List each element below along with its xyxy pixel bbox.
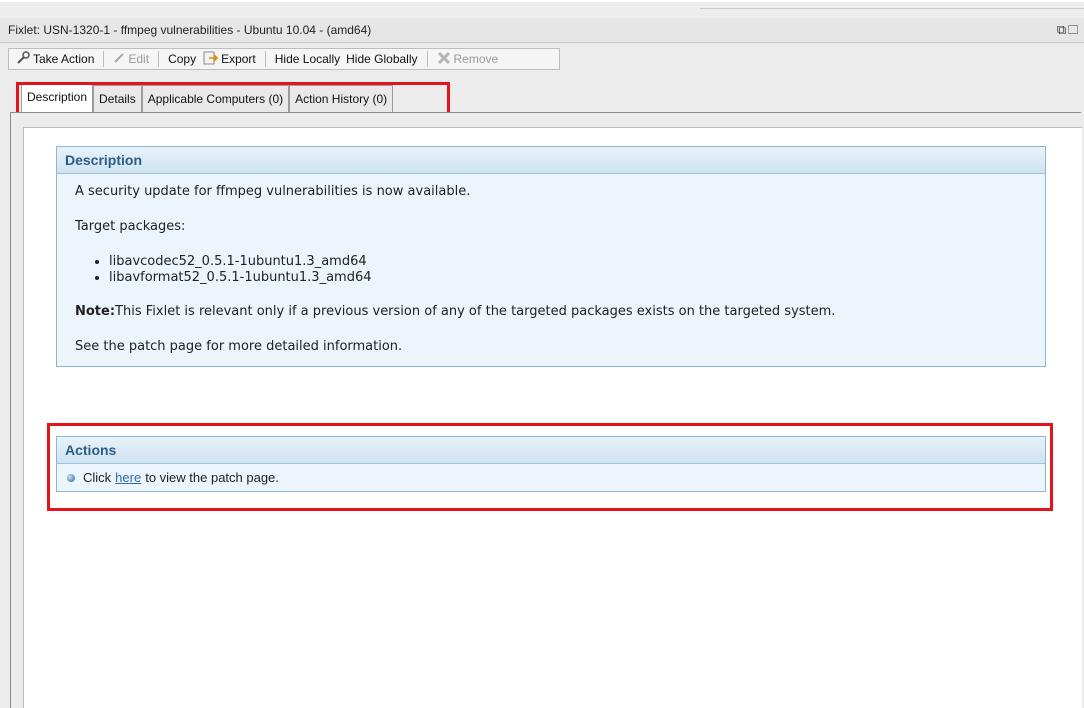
window-title: Fixlet: USN-1320-1 - ffmpeg vulnerabilit…	[8, 23, 372, 37]
toolbar-group: Take Action Edit Copy Export Hide Locall…	[8, 48, 560, 70]
tab-details[interactable]: Details	[93, 85, 142, 112]
note-text: This Fixlet is relevant only if a previo…	[115, 304, 836, 319]
window-controls-icon[interactable]: ⧉☐	[1057, 18, 1080, 42]
note-label: Note:	[75, 304, 116, 319]
description-panel: Description A security update for ffmpeg…	[56, 146, 1046, 367]
actions-header: Actions	[57, 437, 1045, 464]
pencil-icon	[113, 52, 125, 67]
list-item: libavformat52_0.5.1-1ubuntu1.3_amd64	[109, 270, 1027, 286]
remove-x-icon	[437, 51, 451, 68]
toolbar: Take Action Edit Copy Export Hide Locall…	[8, 46, 1078, 72]
actions-body: Click here to view the patch page.	[57, 464, 1045, 491]
tab-action-history[interactable]: Action History (0)	[289, 85, 394, 112]
toolbar-separator	[426, 51, 428, 67]
see-more-text: See the patch page for more detailed inf…	[75, 339, 403, 354]
window-top-edge	[0, 0, 1084, 9]
click-prefix: Click	[83, 470, 112, 485]
content-frame: Description A security update for ffmpeg…	[10, 112, 1082, 708]
export-label: Export	[221, 52, 256, 66]
tab-applicable-computers[interactable]: Applicable Computers (0)	[141, 85, 290, 112]
content-area: Description A security update for ffmpeg…	[23, 127, 1082, 708]
take-action-label: Take Action	[33, 52, 95, 66]
take-action-button[interactable]: Take Action	[13, 50, 97, 68]
toolbar-separator	[264, 51, 266, 67]
toolbar-separator	[158, 51, 160, 67]
copy-button[interactable]: Copy	[165, 52, 199, 66]
note-paragraph: Note:This Fixlet is relevant only if a p…	[75, 304, 1027, 319]
description-intro: A security update for ffmpeg vulnerabili…	[75, 184, 471, 199]
description-header: Description	[57, 147, 1045, 174]
description-body: A security update for ffmpeg vulnerabili…	[57, 174, 1045, 366]
wrench-icon	[16, 50, 30, 68]
copy-label: Copy	[168, 52, 197, 66]
export-button[interactable]: Export	[199, 50, 259, 69]
bullet-icon	[67, 473, 75, 482]
edit-label: Edit	[128, 52, 150, 66]
list-item: libavcodec52_0.5.1-1ubuntu1.3_amd64	[109, 254, 1027, 270]
hide-globally-button[interactable]: Hide Globally	[343, 52, 420, 66]
hide-locally-label: Hide Locally	[274, 52, 341, 66]
toolbar-separator	[103, 51, 105, 67]
click-suffix: to view the patch page.	[145, 470, 279, 485]
remove-label: Remove	[453, 52, 499, 66]
title-bar: Fixlet: USN-1320-1 - ffmpeg vulnerabilit…	[0, 18, 1084, 43]
export-icon	[202, 50, 219, 69]
remove-button[interactable]: Remove	[434, 51, 502, 68]
hide-globally-label: Hide Globally	[346, 52, 418, 66]
target-packages-label: Target packages:	[75, 219, 186, 234]
fixlet-window: Fixlet: USN-1320-1 - ffmpeg vulnerabilit…	[0, 0, 1084, 708]
hide-locally-button[interactable]: Hide Locally	[272, 52, 343, 66]
patch-page-link[interactable]: here	[115, 470, 141, 485]
tab-description[interactable]: Description	[21, 83, 94, 112]
edit-button[interactable]: Edit	[110, 52, 152, 67]
tab-bar: Description Details Applicable Computers…	[21, 83, 394, 112]
package-list: libavcodec52_0.5.1-1ubuntu1.3_amd64 liba…	[75, 254, 1027, 286]
actions-panel: Actions Click here to view the patch pag…	[56, 436, 1046, 492]
